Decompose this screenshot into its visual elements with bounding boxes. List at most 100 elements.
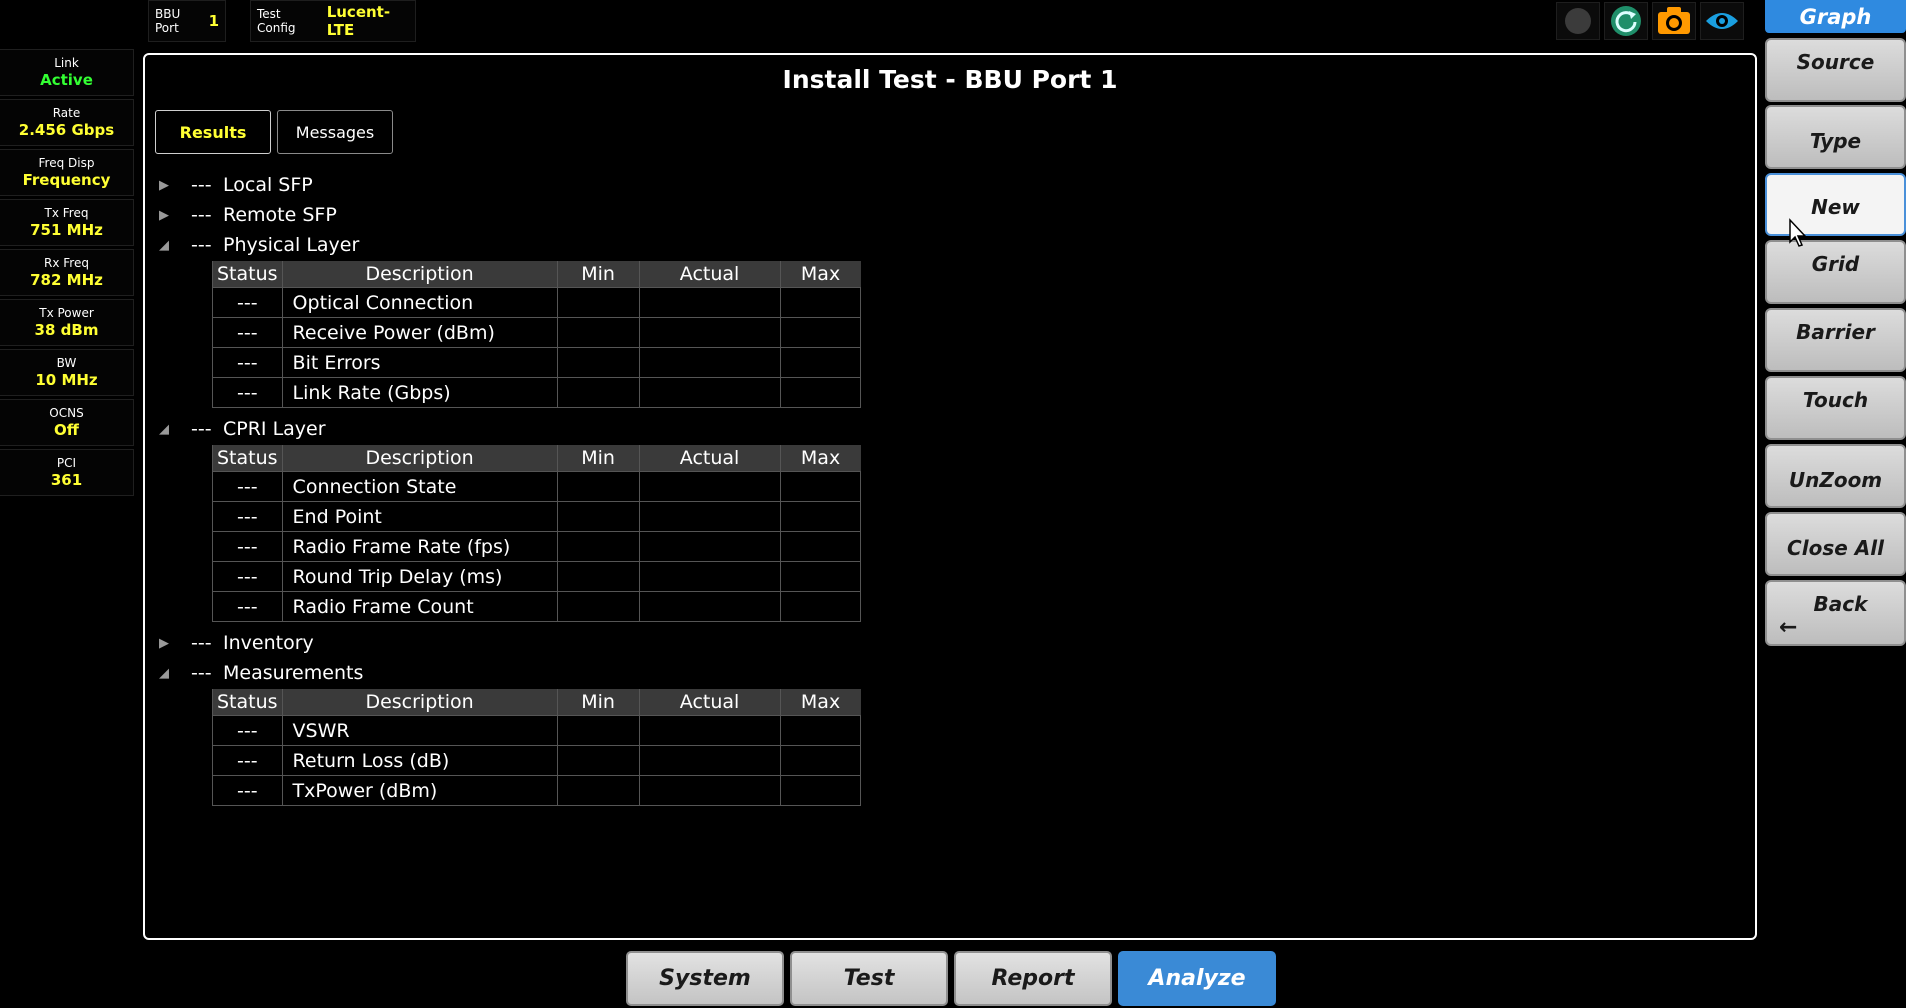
section-header[interactable]: ◢ --- Measurements bbox=[155, 660, 861, 686]
cell-status: --- bbox=[212, 775, 283, 806]
cell-max bbox=[779, 317, 862, 348]
cell-actual bbox=[638, 561, 781, 592]
cell-actual bbox=[638, 531, 781, 562]
table-row: --- Radio Frame Count bbox=[212, 591, 862, 622]
column-header: Max bbox=[779, 445, 861, 472]
cell-status: --- bbox=[212, 471, 283, 502]
info-value: 751 MHz bbox=[30, 221, 103, 239]
section-status: --- bbox=[191, 234, 212, 256]
expanded-arrow-icon[interactable]: ◢ bbox=[155, 422, 191, 437]
cell-min bbox=[556, 471, 640, 502]
cell-min bbox=[556, 377, 640, 408]
cell-status: --- bbox=[212, 561, 283, 592]
cell-min bbox=[556, 531, 640, 562]
cell-min bbox=[556, 501, 640, 532]
section-title: Inventory bbox=[223, 632, 314, 654]
info-pci[interactable]: PCI 361 bbox=[0, 449, 134, 496]
cell-max bbox=[779, 287, 862, 318]
close-all-button[interactable]: Close All bbox=[1765, 512, 1906, 576]
cell-status: --- bbox=[212, 745, 283, 776]
info-panel: Link Active Rate 2.456 Gbps Freq Disp Fr… bbox=[0, 49, 134, 499]
results-table: Status Description Min Actual Max --- Connecti… bbox=[212, 445, 862, 622]
info-value: 782 MHz bbox=[30, 271, 103, 289]
cell-actual bbox=[638, 715, 781, 746]
test-config-label: Test Config bbox=[257, 7, 296, 35]
bottom-nav: System Test Report Analyze bbox=[626, 951, 1276, 1006]
grid-button[interactable]: Grid bbox=[1765, 240, 1906, 304]
section-header[interactable]: ▶ --- Local SFP bbox=[155, 172, 861, 198]
source-button[interactable]: Source bbox=[1765, 38, 1906, 102]
report-button[interactable]: Report bbox=[954, 951, 1112, 1006]
table-row: --- Radio Frame Rate (fps) bbox=[212, 531, 862, 562]
info-tx-freq[interactable]: Tx Freq 751 MHz bbox=[0, 199, 134, 246]
table-row: --- Return Loss (dB) bbox=[212, 745, 862, 776]
table-row: --- TxPower (dBm) bbox=[212, 775, 862, 806]
collapsed-arrow-icon[interactable]: ▶ bbox=[155, 636, 191, 651]
graph-menu: Graph Source Type New Grid Barrier Touch… bbox=[1765, 0, 1906, 646]
column-header: Max bbox=[779, 261, 861, 288]
expanded-arrow-icon[interactable]: ◢ bbox=[155, 666, 191, 681]
section-header[interactable]: ◢ --- Physical Layer bbox=[155, 232, 861, 258]
back-arrow-icon: ← bbox=[1779, 615, 1798, 640]
cell-min bbox=[556, 745, 640, 776]
cell-description: Optical Connection bbox=[281, 287, 558, 318]
barrier-button[interactable]: Barrier bbox=[1765, 308, 1906, 372]
unzoom-button[interactable]: UnZoom bbox=[1765, 444, 1906, 508]
section-title: CPRI Layer bbox=[223, 418, 326, 440]
section-header[interactable]: ▶ --- Inventory bbox=[155, 630, 861, 656]
cell-status: --- bbox=[212, 531, 283, 562]
analyze-button[interactable]: Analyze bbox=[1118, 951, 1276, 1006]
table-row: --- VSWR bbox=[212, 715, 862, 746]
cell-max bbox=[779, 715, 862, 746]
info-label: BW bbox=[56, 356, 77, 370]
table-row: --- Bit Errors bbox=[212, 347, 862, 378]
info-link[interactable]: Link Active bbox=[0, 49, 134, 96]
info-bw[interactable]: BW 10 MHz bbox=[0, 349, 134, 396]
record-icon[interactable] bbox=[1556, 2, 1600, 40]
cell-actual bbox=[638, 317, 781, 348]
column-header: Min bbox=[556, 689, 640, 716]
cell-actual bbox=[638, 377, 781, 408]
section-title: Measurements bbox=[223, 662, 364, 684]
type-button[interactable]: Type bbox=[1765, 105, 1906, 169]
cell-status: --- bbox=[212, 347, 283, 378]
cell-status: --- bbox=[212, 377, 283, 408]
cell-min bbox=[556, 591, 640, 622]
column-header: Status bbox=[212, 689, 283, 716]
system-button[interactable]: System bbox=[626, 951, 784, 1006]
cell-status: --- bbox=[212, 501, 283, 532]
info-rate[interactable]: Rate 2.456 Gbps bbox=[0, 99, 134, 146]
column-header: Actual bbox=[638, 445, 781, 472]
cell-status: --- bbox=[212, 317, 283, 348]
eye-icon[interactable] bbox=[1700, 2, 1744, 40]
info-value: Active bbox=[40, 71, 93, 89]
test-config-box[interactable]: Test Config Lucent-LTE bbox=[250, 0, 416, 42]
touch-button[interactable]: Touch bbox=[1765, 376, 1906, 440]
column-header: Status bbox=[212, 445, 283, 472]
tab-results[interactable]: Results bbox=[155, 110, 271, 154]
collapsed-arrow-icon[interactable]: ▶ bbox=[155, 208, 191, 223]
info-label: PCI bbox=[56, 456, 77, 470]
tab-messages[interactable]: Messages bbox=[277, 110, 393, 154]
cell-actual bbox=[638, 471, 781, 502]
collapsed-arrow-icon[interactable]: ▶ bbox=[155, 178, 191, 193]
test-button[interactable]: Test bbox=[790, 951, 948, 1006]
info-freq-disp[interactable]: Freq Disp Frequency bbox=[0, 149, 134, 196]
camera-icon[interactable] bbox=[1652, 2, 1696, 40]
cell-status: --- bbox=[212, 287, 283, 318]
info-tx-power[interactable]: Tx Power 38 dBm bbox=[0, 299, 134, 346]
section-header[interactable]: ◢ --- CPRI Layer bbox=[155, 416, 861, 442]
expanded-arrow-icon[interactable]: ◢ bbox=[155, 238, 191, 253]
info-ocns[interactable]: OCNS Off bbox=[0, 399, 134, 446]
section-status: --- bbox=[191, 418, 212, 440]
cell-max bbox=[779, 501, 862, 532]
cell-max bbox=[779, 347, 862, 378]
back-button[interactable]: Back ← bbox=[1765, 580, 1906, 646]
table-row: --- End Point bbox=[212, 501, 862, 532]
bbu-port-box[interactable]: BBU Port 1 bbox=[148, 0, 226, 42]
column-header: Max bbox=[779, 689, 861, 716]
refresh-icon[interactable] bbox=[1604, 2, 1648, 40]
section-header[interactable]: ▶ --- Remote SFP bbox=[155, 202, 861, 228]
new-button[interactable]: New bbox=[1765, 173, 1906, 236]
info-rx-freq[interactable]: Rx Freq 782 MHz bbox=[0, 249, 134, 296]
